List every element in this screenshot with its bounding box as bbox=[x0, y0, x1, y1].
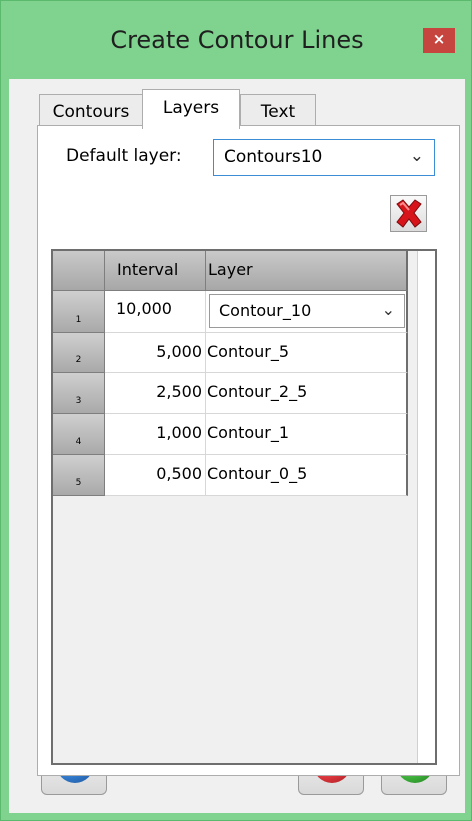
dialog-client-area: Contours Layers Text Default layer: Cont… bbox=[9, 79, 465, 813]
tab-contours-label: Contours bbox=[52, 102, 130, 122]
grid-vertical-scrollbar[interactable] bbox=[417, 251, 435, 763]
row-number: 5 bbox=[75, 478, 82, 488]
table-cell-layer[interactable]: Contour_5 bbox=[206, 333, 408, 373]
row-header-5[interactable]: 5 bbox=[53, 455, 105, 496]
row-header-3[interactable]: 3 bbox=[53, 373, 105, 414]
close-button[interactable]: × bbox=[423, 28, 455, 53]
layer-value: Contour_10 bbox=[219, 301, 312, 320]
tab-text-label: Text bbox=[260, 102, 296, 122]
layer-interval-grid[interactable]: Interval Layer 1 10,000 Contour_10 ⌄ 2 5… bbox=[51, 249, 437, 765]
interval-value: 1,000 bbox=[156, 423, 202, 442]
default-layer-value: Contours10 bbox=[224, 147, 323, 167]
row-number: 2 bbox=[75, 355, 82, 365]
row-number: 3 bbox=[75, 396, 82, 406]
table-cell-layer[interactable]: Contour_10 ⌄ bbox=[206, 291, 408, 333]
interval-value: 2,500 bbox=[156, 382, 202, 401]
interval-value: 5,000 bbox=[156, 342, 202, 361]
table-cell-layer[interactable]: Contour_1 bbox=[206, 414, 408, 455]
grid-corner-header bbox=[53, 251, 105, 291]
table-cell-layer[interactable]: Contour_2_5 bbox=[206, 373, 408, 414]
layer-dropdown[interactable]: Contour_10 ⌄ bbox=[209, 294, 405, 328]
column-header-layer[interactable]: Layer bbox=[206, 251, 408, 291]
chevron-down-icon: ⌄ bbox=[381, 300, 395, 319]
row-header-4[interactable]: 4 bbox=[53, 414, 105, 455]
table-cell-interval[interactable]: 0,500 bbox=[105, 455, 206, 496]
table-cell-interval[interactable]: 5,000 bbox=[105, 333, 206, 373]
row-header-1[interactable]: 1 bbox=[53, 291, 105, 333]
dialog-window: Create Contour Lines × Contours Layers T… bbox=[0, 0, 472, 821]
table-cell-layer[interactable]: Contour_0_5 bbox=[206, 455, 408, 496]
tab-layers[interactable]: Layers bbox=[142, 89, 240, 129]
table-cell-interval[interactable]: 1,000 bbox=[105, 414, 206, 455]
layer-value: Contour_1 bbox=[207, 423, 290, 442]
delete-row-button[interactable] bbox=[390, 195, 427, 232]
layer-value: Contour_0_5 bbox=[207, 464, 308, 483]
tab-layers-label: Layers bbox=[162, 98, 220, 118]
chevron-down-icon: ⌄ bbox=[409, 146, 424, 166]
default-layer-label: Default layer: bbox=[66, 146, 182, 166]
table-cell-interval[interactable]: 2,500 bbox=[105, 373, 206, 414]
layer-value: Contour_5 bbox=[207, 342, 290, 361]
row-number: 4 bbox=[75, 437, 82, 447]
window-title: Create Contour Lines bbox=[110, 26, 364, 54]
column-header-interval-label: Interval bbox=[117, 260, 179, 279]
default-layer-dropdown[interactable]: Contours10 ⌄ bbox=[213, 139, 435, 176]
interval-value: 0,500 bbox=[156, 464, 202, 483]
layer-value: Contour_2_5 bbox=[207, 382, 308, 401]
column-header-interval[interactable]: Interval bbox=[105, 251, 206, 291]
row-number: 1 bbox=[75, 315, 82, 325]
column-header-layer-label: Layer bbox=[208, 260, 253, 279]
row-header-2[interactable]: 2 bbox=[53, 333, 105, 373]
interval-value: 10,000 bbox=[116, 299, 172, 318]
table-cell-interval[interactable]: 10,000 bbox=[105, 291, 206, 333]
red-x-delete-icon bbox=[396, 199, 422, 228]
